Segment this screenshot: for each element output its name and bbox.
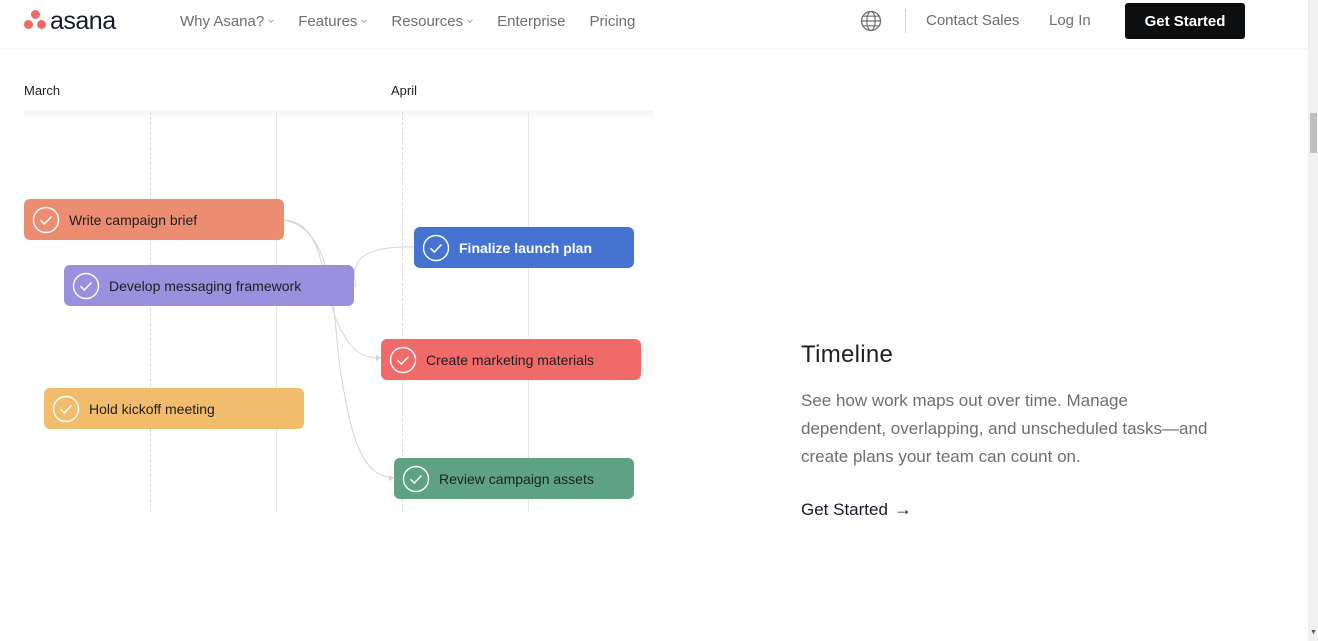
- logo-wordmark: asana: [50, 7, 116, 35]
- scrollbar-thumb[interactable]: [1310, 113, 1317, 153]
- feature-cta-label: Get Started: [801, 499, 888, 519]
- task-label: Review campaign assets: [439, 470, 594, 487]
- check-circle-icon: [72, 272, 100, 299]
- nav-resources[interactable]: Resources: [391, 12, 473, 30]
- task-create-marketing-materials[interactable]: Create marketing materials: [381, 339, 641, 380]
- task-label: Write campaign brief: [69, 211, 198, 228]
- chevron-down-icon: [361, 19, 368, 23]
- feature-description: See how work maps out over time. Manage …: [801, 391, 1208, 466]
- check-circle-icon: [389, 346, 417, 373]
- task-write-campaign-brief[interactable]: Write campaign brief: [24, 199, 284, 240]
- page-scrollbar[interactable]: [1308, 0, 1318, 641]
- nav-pricing[interactable]: Pricing: [590, 12, 636, 30]
- asana-logo[interactable]: asana: [24, 7, 116, 35]
- month-header-band: [24, 110, 654, 120]
- nav-label: Pricing: [589, 12, 636, 30]
- contact-sales-link[interactable]: Contact Sales: [926, 12, 1019, 29]
- main-nav: Why Asana? Features Resources Enterprise…: [180, 12, 659, 30]
- grid-line: [402, 112, 403, 512]
- get-started-button[interactable]: Get Started: [1125, 3, 1245, 39]
- check-circle-icon: [422, 234, 450, 261]
- dependency-line: [283, 219, 395, 479]
- task-hold-kickoff-meeting[interactable]: Hold kickoff meeting: [44, 388, 304, 429]
- nav-label: Resources: [391, 12, 464, 30]
- task-develop-messaging-framework[interactable]: Develop messaging framework: [64, 265, 354, 306]
- chevron-down-icon: [467, 19, 473, 23]
- check-circle-icon: [32, 206, 60, 233]
- scroll-down-arrow-icon[interactable]: ▼: [1310, 629, 1318, 639]
- grid-line: [276, 112, 277, 512]
- dependency-line: [353, 246, 415, 287]
- feature-get-started-link[interactable]: Get Started →: [801, 499, 912, 520]
- nav-label: Why Asana?: [180, 12, 265, 30]
- top-navigation-bar: asana Why Asana? Features Resources Ente…: [0, 0, 1308, 48]
- nav-why-asana[interactable]: Why Asana?: [180, 12, 275, 30]
- nav-label: Enterprise: [497, 12, 566, 30]
- grid-line: [150, 112, 151, 512]
- feature-title: Timeline: [801, 341, 894, 368]
- nav-features[interactable]: Features: [298, 12, 368, 30]
- task-review-campaign-assets[interactable]: Review campaign assets: [394, 458, 634, 499]
- asana-logo-icon: [24, 10, 48, 32]
- task-label: Create marketing materials: [426, 351, 595, 368]
- globe-icon[interactable]: [860, 10, 882, 32]
- month-label-april: April: [391, 83, 418, 98]
- task-finalize-launch-plan[interactable]: Finalize launch plan: [414, 227, 634, 268]
- grid-line: [528, 112, 529, 512]
- task-label: Hold kickoff meeting: [89, 400, 215, 417]
- task-label: Develop messaging framework: [109, 277, 302, 294]
- check-circle-icon: [402, 465, 430, 492]
- check-circle-icon: [52, 395, 80, 422]
- task-label: Finalize launch plan: [459, 239, 593, 256]
- nav-label: Features: [298, 12, 358, 30]
- nav-enterprise[interactable]: Enterprise: [497, 12, 565, 30]
- header-divider: [905, 9, 906, 33]
- month-label-march: March: [24, 83, 61, 98]
- chevron-down-icon: [268, 19, 275, 23]
- login-link[interactable]: Log In: [1049, 12, 1091, 29]
- arrow-right-icon: →: [893, 499, 912, 519]
